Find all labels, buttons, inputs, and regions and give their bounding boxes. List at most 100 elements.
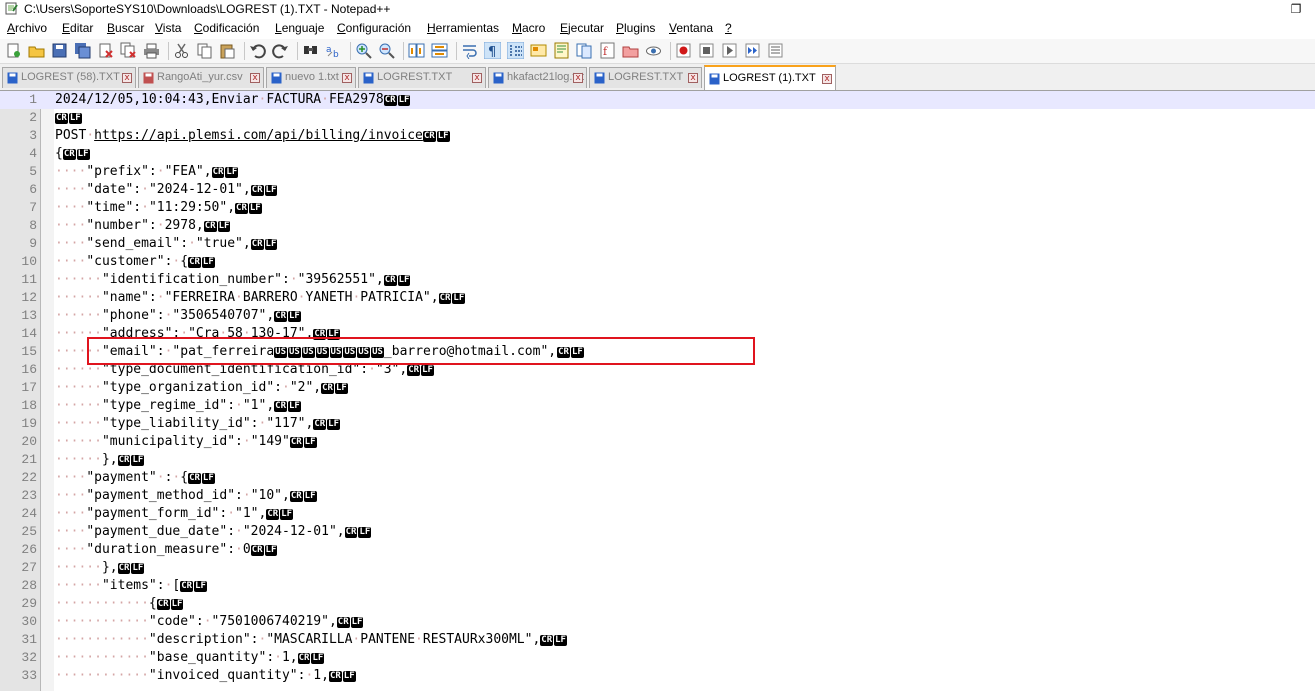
menu-ventana[interactable]: Ventana	[669, 21, 713, 35]
save-macro-button[interactable]	[767, 42, 784, 59]
whitespace-marker: ·	[203, 614, 212, 629]
editor-line[interactable]: 19 ······"type_liability_id":·"117",CR LF	[0, 415, 1315, 433]
editor-line[interactable]: 10 ····"customer":·{CR LF	[0, 253, 1315, 271]
editor-line[interactable]: 33 ············"invoiced_quantity":·1,CR L…	[0, 667, 1315, 685]
play-macro-button[interactable]	[721, 42, 738, 59]
editor-line[interactable]: 20 ······"municipality_id":·"149"CR LF	[0, 433, 1315, 451]
close-file-button[interactable]	[97, 42, 114, 59]
tab-close-icon[interactable]: x	[122, 73, 132, 83]
tab-close-icon[interactable]: x	[573, 73, 583, 83]
replace-button[interactable]: ab	[325, 42, 342, 60]
editor-line[interactable]: 2 CR LF	[0, 109, 1315, 127]
editor-line[interactable]: 11 ······"identification_number":·"395625…	[0, 271, 1315, 289]
stop-record-button[interactable]	[698, 42, 715, 59]
editor-line[interactable]: 32 ············"base_quantity":·1,CR LF	[0, 649, 1315, 667]
find-button[interactable]	[302, 42, 319, 59]
tab-rangoati-yur-csv[interactable]: RangoAti_yur.csv x	[138, 67, 264, 88]
menu-herramientas[interactable]: Herramientas	[427, 21, 499, 35]
editor-line[interactable]: 6 ····"date":·"2024-12-01",CR LF	[0, 181, 1315, 199]
record-macro-button[interactable]	[675, 42, 692, 59]
tab-nuevo-1-txt[interactable]: nuevo 1.txt x	[266, 67, 356, 88]
line-number: 2	[29, 110, 37, 125]
save-button[interactable]	[51, 42, 68, 59]
save-all-button[interactable]	[74, 42, 91, 59]
menu-vista[interactable]: Vista	[155, 21, 181, 35]
tab-logrest-58-txt[interactable]: LOGREST (58).TXT x	[2, 67, 136, 88]
word-wrap-button[interactable]	[461, 42, 478, 60]
editor-line[interactable]: 9 ····"send_email":·"true",CR LF	[0, 235, 1315, 253]
redo-button[interactable]	[272, 42, 289, 59]
menu-plugins[interactable]: Plugins	[616, 21, 655, 35]
editor-line[interactable]: 26 ····"duration_measure":·0CR LF	[0, 541, 1315, 559]
tab-logrest-txt[interactable]: LOGREST.TXT x	[358, 67, 486, 88]
print-button[interactable]	[143, 42, 160, 59]
menu-configuracin[interactable]: Configuración	[337, 21, 411, 35]
tab-close-icon[interactable]: x	[250, 73, 260, 83]
folder-workspace-button[interactable]	[622, 42, 639, 59]
menu-archivo[interactable]: Archivo	[7, 21, 47, 35]
run-multiple-button[interactable]	[744, 42, 761, 59]
tab-logrest-txt[interactable]: LOGREST.TXT x	[589, 67, 702, 88]
cr-control-char: CR	[203, 221, 217, 232]
menu-macro[interactable]: Macro	[512, 21, 545, 35]
new-file-button[interactable]	[5, 42, 22, 59]
editor-line[interactable]: 1 2024/12/05,10:04:43,Enviar·FACTURA·FEA2…	[0, 91, 1315, 109]
menu-buscar[interactable]: Buscar	[107, 21, 144, 35]
editor[interactable]: 1 2024/12/05,10:04:43,Enviar·FACTURA·FEA2…	[0, 91, 1315, 691]
tab-close-icon[interactable]: x	[822, 74, 832, 84]
editor-line[interactable]: 3 POST·https://api.plemsi.com/api/billing…	[0, 127, 1315, 145]
monitoring-button[interactable]	[645, 42, 662, 59]
function-list-button[interactable]: f	[599, 42, 616, 59]
zoom-out-button[interactable]	[378, 42, 395, 59]
show-all-chars-button[interactable]: ¶	[483, 41, 502, 60]
lf-control-char: LF	[217, 221, 231, 232]
editor-line[interactable]: 30 ············"code":·"7501006740219",CR…	[0, 613, 1315, 631]
editor-line[interactable]: 4 {CR LF	[0, 145, 1315, 163]
indent-guide-button[interactable]	[506, 41, 525, 60]
line-number: 18	[21, 398, 37, 413]
editor-line[interactable]: 25 ····"payment_due_date":·"2024-12-01",C…	[0, 523, 1315, 541]
editor-line[interactable]: 24 ····"payment_form_id":·"1",CR LF	[0, 505, 1315, 523]
tab-close-icon[interactable]: x	[472, 73, 482, 83]
doc-map-button[interactable]	[553, 42, 570, 59]
editor-line[interactable]: 29 ············{CR LF	[0, 595, 1315, 613]
cr-control-char: CR	[274, 401, 288, 412]
menu-ejecutar[interactable]: Ejecutar	[560, 21, 604, 35]
undo-button[interactable]	[249, 42, 266, 59]
url-link[interactable]: https://api.plemsi.com/api/billing/invoi…	[94, 128, 423, 143]
open-file-button[interactable]	[28, 42, 45, 59]
menu-lenguaje[interactable]: Lenguaje	[275, 21, 324, 35]
copy-button[interactable]	[196, 42, 213, 59]
tab-hkafact21log-txt[interactable]: hkafact21log.txt x	[488, 67, 587, 88]
sync-horizontal-button[interactable]	[431, 42, 448, 59]
menu-codificacin[interactable]: Codificación	[194, 21, 259, 35]
editor-line[interactable]: 17 ······"type_organization_id":·"2",CR LF	[0, 379, 1315, 397]
tab-close-icon[interactable]: x	[688, 73, 698, 83]
editor-line[interactable]: 22 ····"payment"·:·{CR LF	[0, 469, 1315, 487]
menu-editar[interactable]: Editar	[62, 21, 93, 35]
editor-line[interactable]: 7 ····"time":·"11:29:50",CR LF	[0, 199, 1315, 217]
editor-line[interactable]: 8 ····"number":·2978,CR LF	[0, 217, 1315, 235]
paste-button[interactable]	[219, 42, 236, 59]
close-all-button[interactable]	[120, 42, 137, 59]
tab-logrest-1-txt[interactable]: LOGREST (1).TXT x	[704, 65, 836, 90]
zoom-in-button[interactable]	[355, 42, 372, 59]
editor-line[interactable]: 13 ······"phone":·"3506540707",CR LF	[0, 307, 1315, 325]
editor-line[interactable]: 12 ······"name":·"FERREIRA·BARRERO·YANETH…	[0, 289, 1315, 307]
editor-line[interactable]: 27 ······},CR LF	[0, 559, 1315, 577]
udl-button[interactable]	[530, 42, 547, 59]
cut-button[interactable]	[173, 42, 190, 59]
restore-button[interactable]: ❐	[1279, 0, 1313, 18]
menu-help[interactable]: ?	[725, 21, 732, 35]
editor-line[interactable]: 5 ····"prefix":·"FEA",CR LF	[0, 163, 1315, 181]
indent-marker: ······	[55, 416, 102, 431]
tab-close-icon[interactable]: x	[342, 73, 352, 83]
editor-line[interactable]: 21 ······},CR LF	[0, 451, 1315, 469]
doc-list-button[interactable]	[576, 42, 593, 59]
sync-vertical-button[interactable]	[408, 42, 425, 59]
editor-line[interactable]: 31 ············"description":·"MASCARILLA…	[0, 631, 1315, 649]
indent-marker: ····	[55, 542, 87, 557]
editor-line[interactable]: 23 ····"payment_method_id":·"10",CR LF	[0, 487, 1315, 505]
editor-line[interactable]: 18 ······"type_regime_id":·"1",CR LF	[0, 397, 1315, 415]
editor-line[interactable]: 28 ······"items":·[CR LF	[0, 577, 1315, 595]
